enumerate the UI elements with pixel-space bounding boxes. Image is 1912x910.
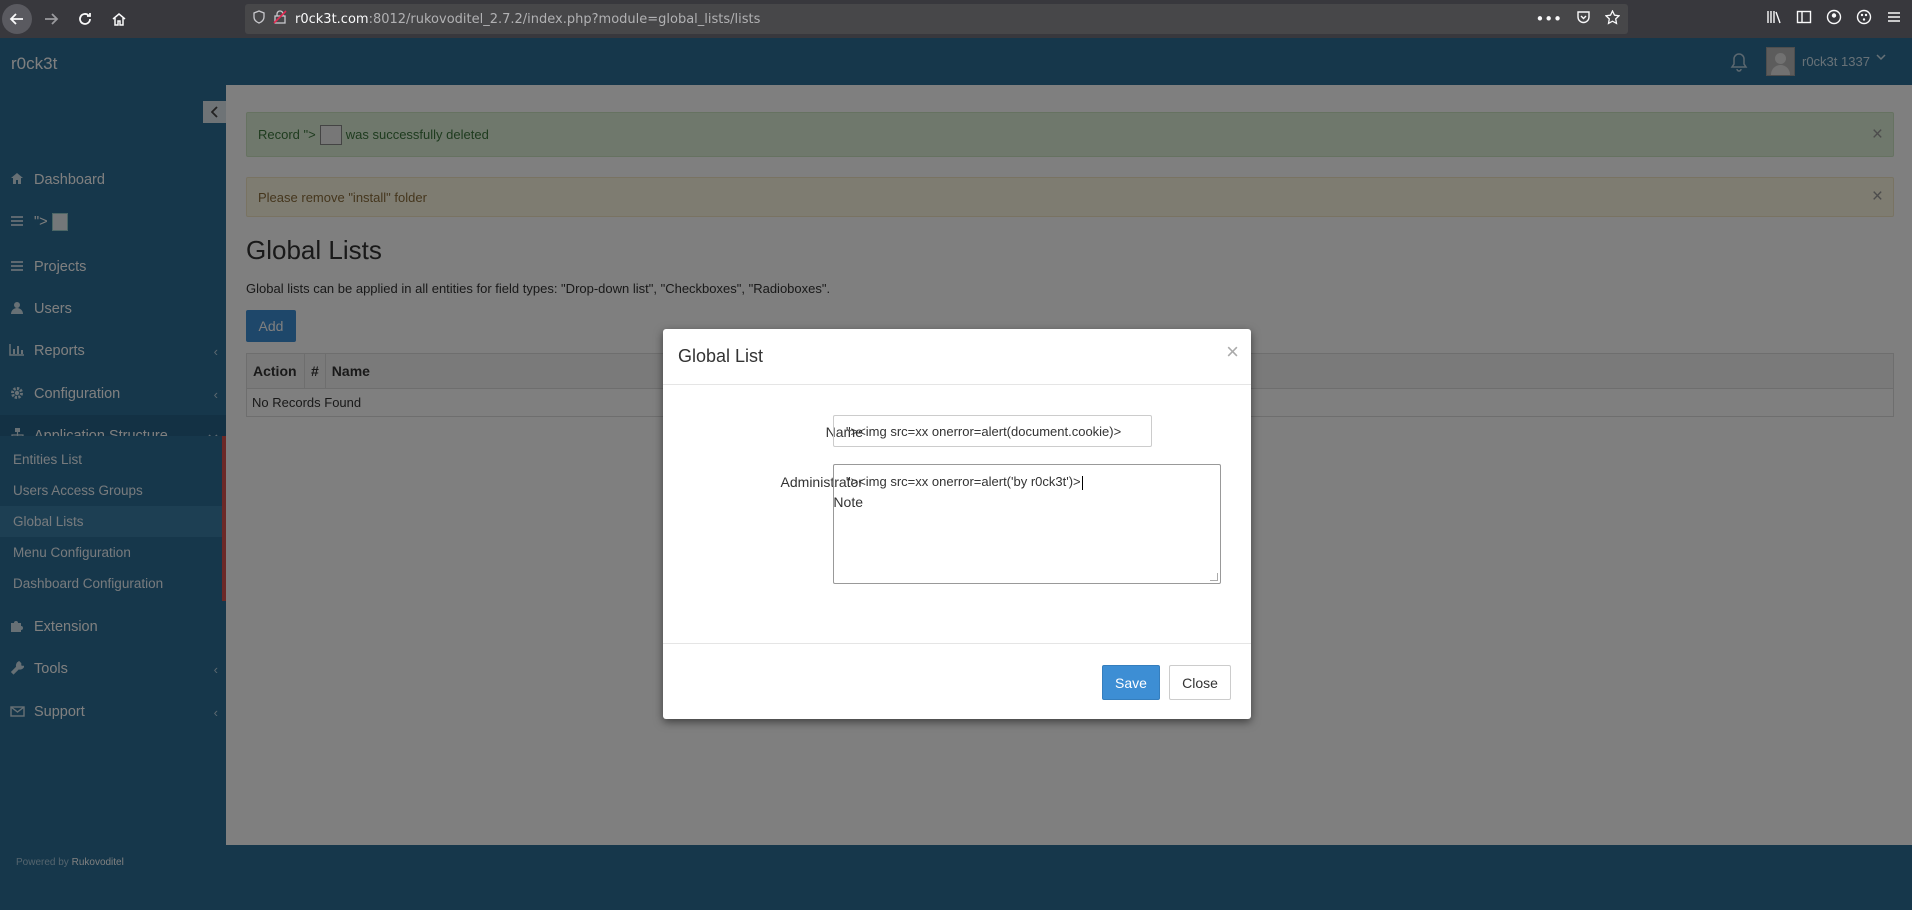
pocket-icon[interactable] (1576, 10, 1591, 29)
browser-toolbar: r0ck3t.com:8012/rukovoditel_2.7.2/index.… (0, 0, 1912, 38)
close-icon[interactable]: × (1226, 339, 1239, 365)
name-input[interactable]: "><img src=xx onerror=alert(document.coo… (833, 415, 1152, 447)
reload-icon (79, 13, 91, 25)
insecure-lock-icon (273, 10, 295, 28)
home-icon (112, 13, 126, 26)
note-text: "><img src=xx onerror=alert('by r0ck3t')… (846, 474, 1081, 489)
global-list-modal: Global List × Name "><img src=xx onerror… (663, 329, 1251, 719)
text-cursor (1081, 475, 1083, 490)
url-host: r0ck3t.com (295, 11, 369, 27)
close-button[interactable]: Close (1169, 665, 1231, 700)
sidebar-icon[interactable] (1796, 9, 1812, 29)
extensions-icon[interactable] (1856, 9, 1872, 29)
hamburger-menu-icon[interactable] (1886, 9, 1902, 29)
shield-icon (253, 10, 273, 28)
modal-footer-divider (663, 643, 1251, 644)
home-button[interactable] (104, 4, 134, 34)
more-actions-icon[interactable]: ••• (1535, 10, 1562, 29)
save-button[interactable]: Save (1102, 665, 1160, 700)
arrow-left-icon (9, 13, 23, 25)
reload-button[interactable] (70, 4, 100, 34)
url-bar[interactable]: r0ck3t.com:8012/rukovoditel_2.7.2/index.… (245, 4, 1628, 34)
account-icon[interactable] (1826, 9, 1842, 29)
modal-title: Global List (678, 346, 764, 366)
url-path: :8012/rukovoditel_2.7.2/index.php?module… (368, 11, 761, 27)
back-button[interactable] (2, 4, 32, 34)
bookmark-star-icon[interactable] (1604, 9, 1621, 29)
modal-header-divider (663, 384, 1251, 385)
arrow-right-icon (45, 13, 59, 25)
library-icon[interactable] (1766, 9, 1782, 29)
administrator-note-textarea[interactable]: "><img src=xx onerror=alert('by r0ck3t')… (833, 464, 1221, 584)
forward-button[interactable] (36, 4, 66, 34)
resize-handle[interactable] (1210, 573, 1218, 581)
